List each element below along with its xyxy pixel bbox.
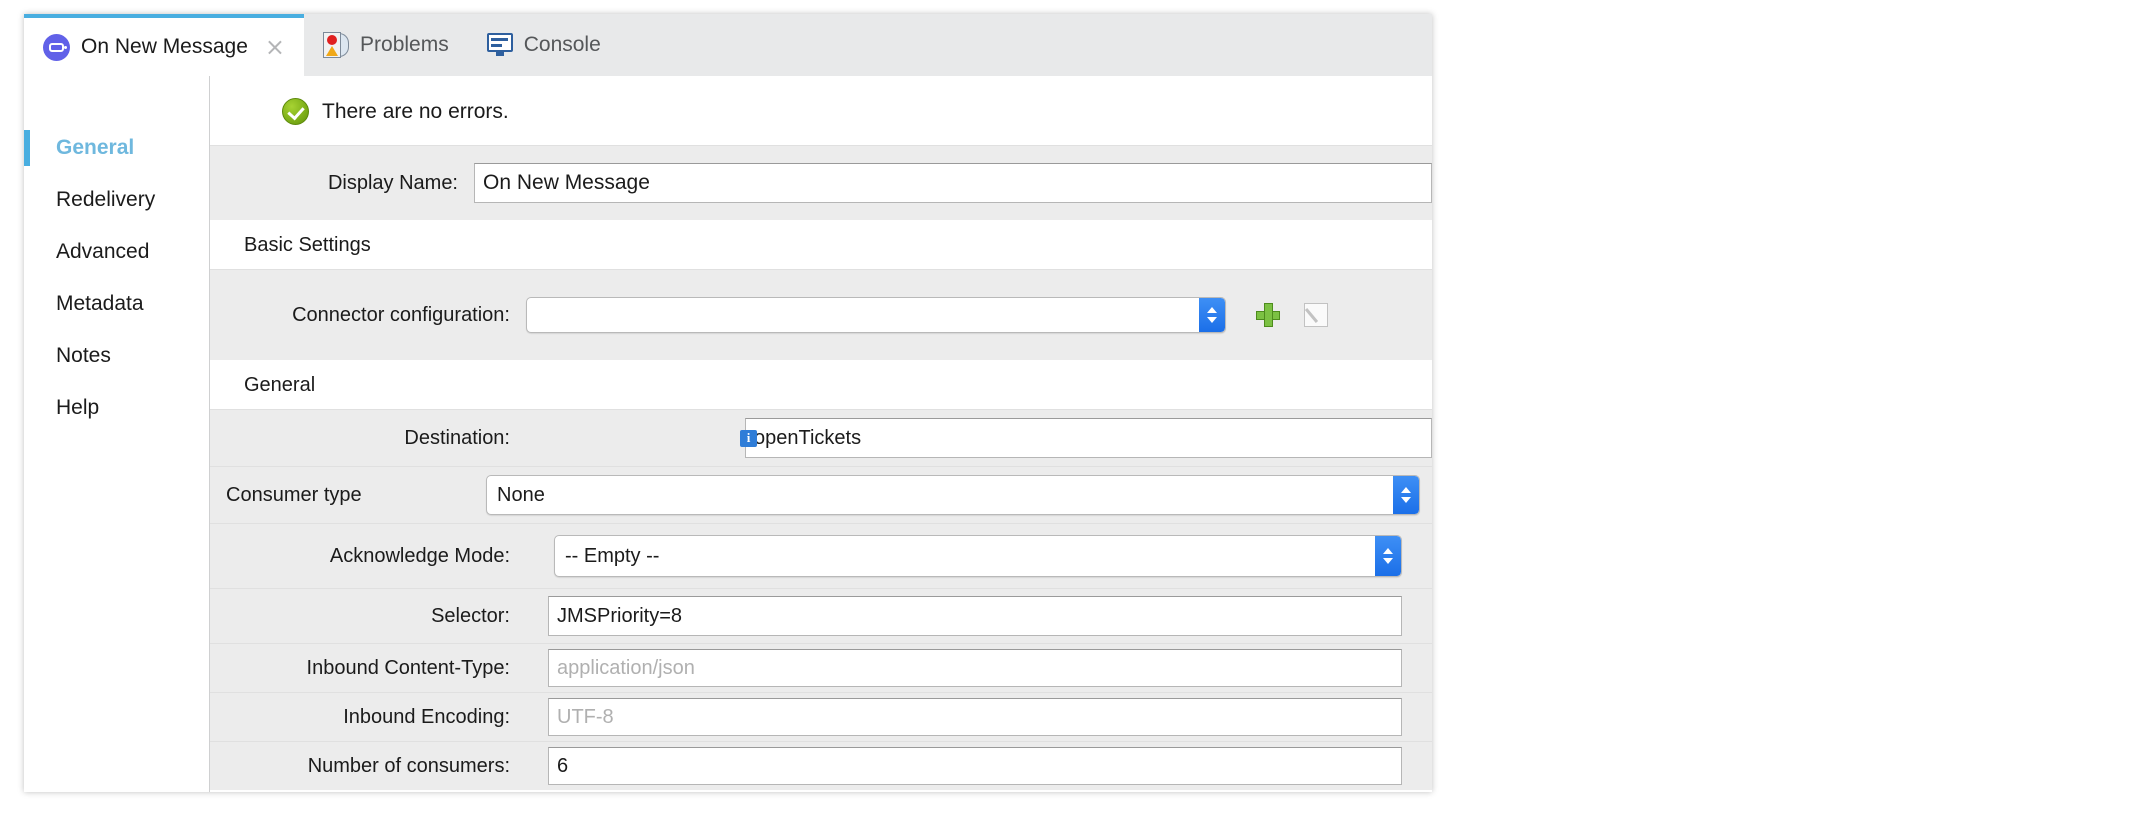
destination-row: Destination: i openTickets — [210, 409, 1432, 466]
tab-console[interactable]: Console — [468, 14, 620, 76]
screen-root: On New Message × Problems Console Genera… — [0, 0, 2142, 820]
inbound-encoding-input[interactable]: UTF-8 — [548, 698, 1402, 736]
sidebar-item-metadata[interactable]: Metadata — [24, 278, 209, 330]
inbound-content-type-label: Inbound Content-Type: — [306, 656, 510, 679]
editor-body: General Redelivery Advanced Metadata Not… — [24, 76, 1432, 792]
inbound-content-type-row: Inbound Content-Type: application/json — [210, 643, 1432, 692]
plus-icon[interactable] — [1256, 303, 1280, 327]
sidebar-item-label: General — [56, 136, 135, 159]
connector-configuration-label: Connector configuration: — [292, 303, 510, 326]
consumer-type-select[interactable]: None — [486, 475, 1420, 515]
selector-input[interactable]: JMSPriority=8 — [548, 596, 1402, 636]
sidebar-item-redelivery[interactable]: Redelivery — [24, 174, 209, 226]
sidebar-item-advanced[interactable]: Advanced — [24, 226, 209, 278]
section-general: General — [210, 360, 1432, 409]
info-icon[interactable]: i — [740, 429, 757, 447]
chevron-updown-icon[interactable] — [1375, 536, 1401, 576]
tab-label: Console — [523, 33, 601, 56]
tab-strip: On New Message × Problems Console — [24, 14, 1432, 77]
selector-row: Selector: JMSPriority=8 — [210, 588, 1432, 643]
number-of-consumers-row: Number of consumers: 6 — [210, 741, 1432, 790]
settings-form: There are no errors. Display Name: On Ne… — [210, 76, 1432, 792]
settings-sidebar: General Redelivery Advanced Metadata Not… — [24, 76, 210, 792]
connector-configuration-select[interactable] — [526, 297, 1226, 333]
chevron-updown-icon[interactable] — [1393, 476, 1419, 514]
display-name-row: Display Name: On New Message — [210, 145, 1432, 220]
editor-window: On New Message × Problems Console Genera… — [24, 14, 1432, 792]
number-of-consumers-input[interactable]: 6 — [548, 747, 1402, 785]
consumer-type-row: Consumer type None — [210, 466, 1432, 523]
sidebar-item-label: Advanced — [56, 240, 150, 263]
display-name-input[interactable]: On New Message — [474, 163, 1432, 203]
acknowledge-mode-select[interactable]: -- Empty -- — [554, 535, 1402, 577]
acknowledge-mode-row: Acknowledge Mode: -- Empty -- — [210, 523, 1432, 588]
display-name-label: Display Name: — [327, 171, 458, 194]
status-text: There are no errors. — [322, 99, 509, 123]
close-icon[interactable]: × — [265, 35, 285, 59]
sidebar-item-general[interactable]: General — [24, 122, 209, 174]
validation-status: There are no errors. — [210, 76, 1432, 145]
sidebar-item-label: Redelivery — [56, 188, 156, 211]
connector-configuration-row: Connector configuration: — [210, 269, 1432, 360]
tab-label: On New Message — [81, 35, 248, 58]
problems-icon — [323, 32, 350, 58]
chevron-updown-icon[interactable] — [1199, 298, 1225, 332]
inbound-content-type-input[interactable]: application/json — [548, 649, 1402, 687]
sidebar-item-label: Help — [56, 396, 100, 419]
inbound-encoding-row: Inbound Encoding: UTF-8 — [210, 692, 1432, 741]
destination-label: Destination: — [404, 426, 510, 449]
section-basic-settings: Basic Settings — [210, 220, 1432, 269]
acknowledge-mode-label: Acknowledge Mode: — [329, 544, 510, 567]
destination-input[interactable]: openTickets — [745, 418, 1432, 458]
tab-problems[interactable]: Problems — [304, 14, 468, 76]
consumer-type-label: Consumer type — [226, 483, 362, 506]
sidebar-item-label: Notes — [56, 344, 111, 367]
inbound-encoding-label: Inbound Encoding: — [343, 705, 510, 728]
green-check-icon — [282, 98, 309, 125]
selector-label: Selector: — [431, 604, 510, 627]
message-bubble-icon — [43, 33, 70, 61]
tab-on-new-message[interactable]: On New Message × — [24, 14, 305, 76]
edit-pencil-icon — [1304, 303, 1328, 327]
console-icon — [486, 33, 513, 57]
tab-label: Problems — [360, 33, 449, 56]
sidebar-item-notes[interactable]: Notes — [24, 330, 209, 382]
sidebar-item-help[interactable]: Help — [24, 382, 209, 434]
number-of-consumers-label: Number of consumers: — [307, 754, 510, 777]
sidebar-item-label: Metadata — [56, 292, 144, 315]
